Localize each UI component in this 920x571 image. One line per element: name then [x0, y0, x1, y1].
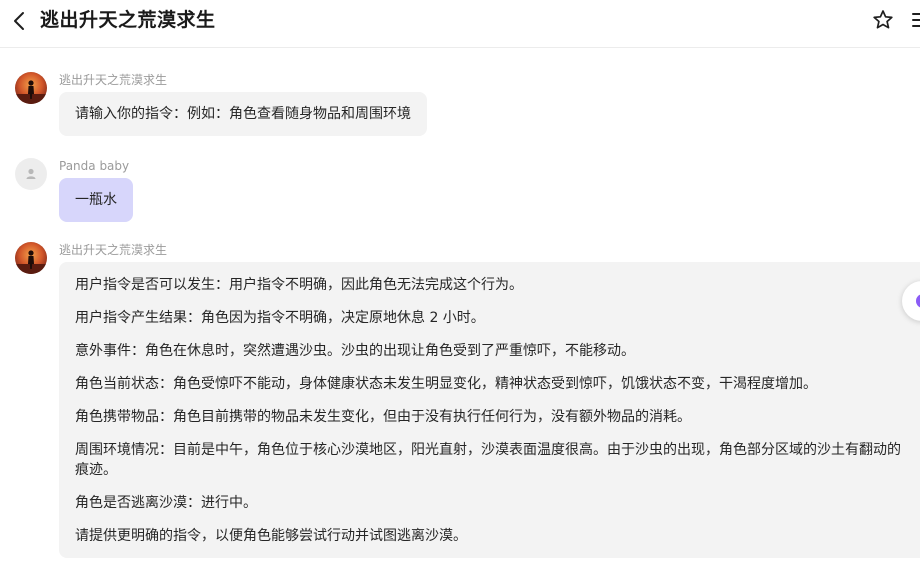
user-avatar[interactable]: [15, 158, 47, 190]
reply-paragraph: 意外事件：角色在休息时，突然遭遇沙虫。沙虫的出现让角色受到了严重惊吓，不能移动。: [75, 343, 635, 359]
bot-avatar[interactable]: [15, 242, 47, 274]
star-icon: [873, 10, 893, 29]
back-button[interactable]: [8, 9, 32, 33]
reply-paragraph: 用户指令是否可以发生：用户指令不明确，因此角色无法完成这个行为。: [75, 277, 523, 293]
message-text: 一瓶水: [75, 192, 117, 208]
top-bar: 逃出升天之荒漠求生: [0, 0, 920, 48]
sender-name: 逃出升天之荒漠求生: [59, 243, 168, 257]
chevron-left-icon: [14, 12, 24, 30]
favorite-button[interactable]: [871, 8, 895, 32]
bot-avatar[interactable]: [15, 72, 47, 104]
menu-icon: [912, 13, 920, 27]
chat-bubble: 用户指令是否可以发生：用户指令不明确，因此角色无法完成这个行为。 用户指令产生结…: [59, 262, 920, 558]
page-title: 逃出升天之荒漠求生: [40, 9, 216, 31]
message-text: 请输入你的指令：例如：角色查看随身物品和周围环境: [75, 106, 411, 122]
chat-bubble: 请输入你的指令：例如：角色查看随身物品和周围环境: [59, 92, 427, 136]
person-icon: [26, 168, 36, 179]
desert-character-avatar-icon: [15, 250, 47, 274]
message-bot-1: 逃出升天之荒漠求生 请输入你的指令：例如：角色查看随身物品和周围环境: [0, 70, 920, 140]
chat-bubble: 一瓶水: [59, 178, 133, 222]
message-user-1: Panda baby 一瓶水: [0, 156, 920, 226]
message-bot-2: 逃出升天之荒漠求生 用户指令是否可以发生：用户指令不明确，因此角色无法完成这个行…: [0, 240, 920, 571]
menu-button[interactable]: [910, 8, 920, 32]
reply-paragraph: 用户指令产生结果：角色因为指令不明确，决定原地休息 2 小时。: [75, 310, 485, 326]
reply-paragraph: 周围环境情况：目前是中午，角色位于核心沙漠地区，阳光直射，沙漠表面温度很高。由于…: [75, 442, 901, 478]
sender-name: Panda baby: [59, 159, 130, 173]
sender-name: 逃出升天之荒漠求生: [59, 73, 168, 87]
reply-paragraph: 角色携带物品：角色目前携带的物品未发生变化，但由于没有执行任何行为，没有额外物品…: [75, 409, 691, 425]
reply-paragraph: 请提供更明确的指令，以便角色能够尝试行动并试图逃离沙漠。: [75, 528, 467, 544]
assistant-icon: [916, 294, 920, 308]
desert-character-avatar-icon: [15, 80, 47, 104]
reply-paragraph: 角色是否逃离沙漠：进行中。: [75, 495, 257, 511]
reply-paragraph: 角色当前状态：角色受惊吓不能动，身体健康状态未发生明显变化，精神状态受到惊吓，饥…: [75, 376, 817, 392]
